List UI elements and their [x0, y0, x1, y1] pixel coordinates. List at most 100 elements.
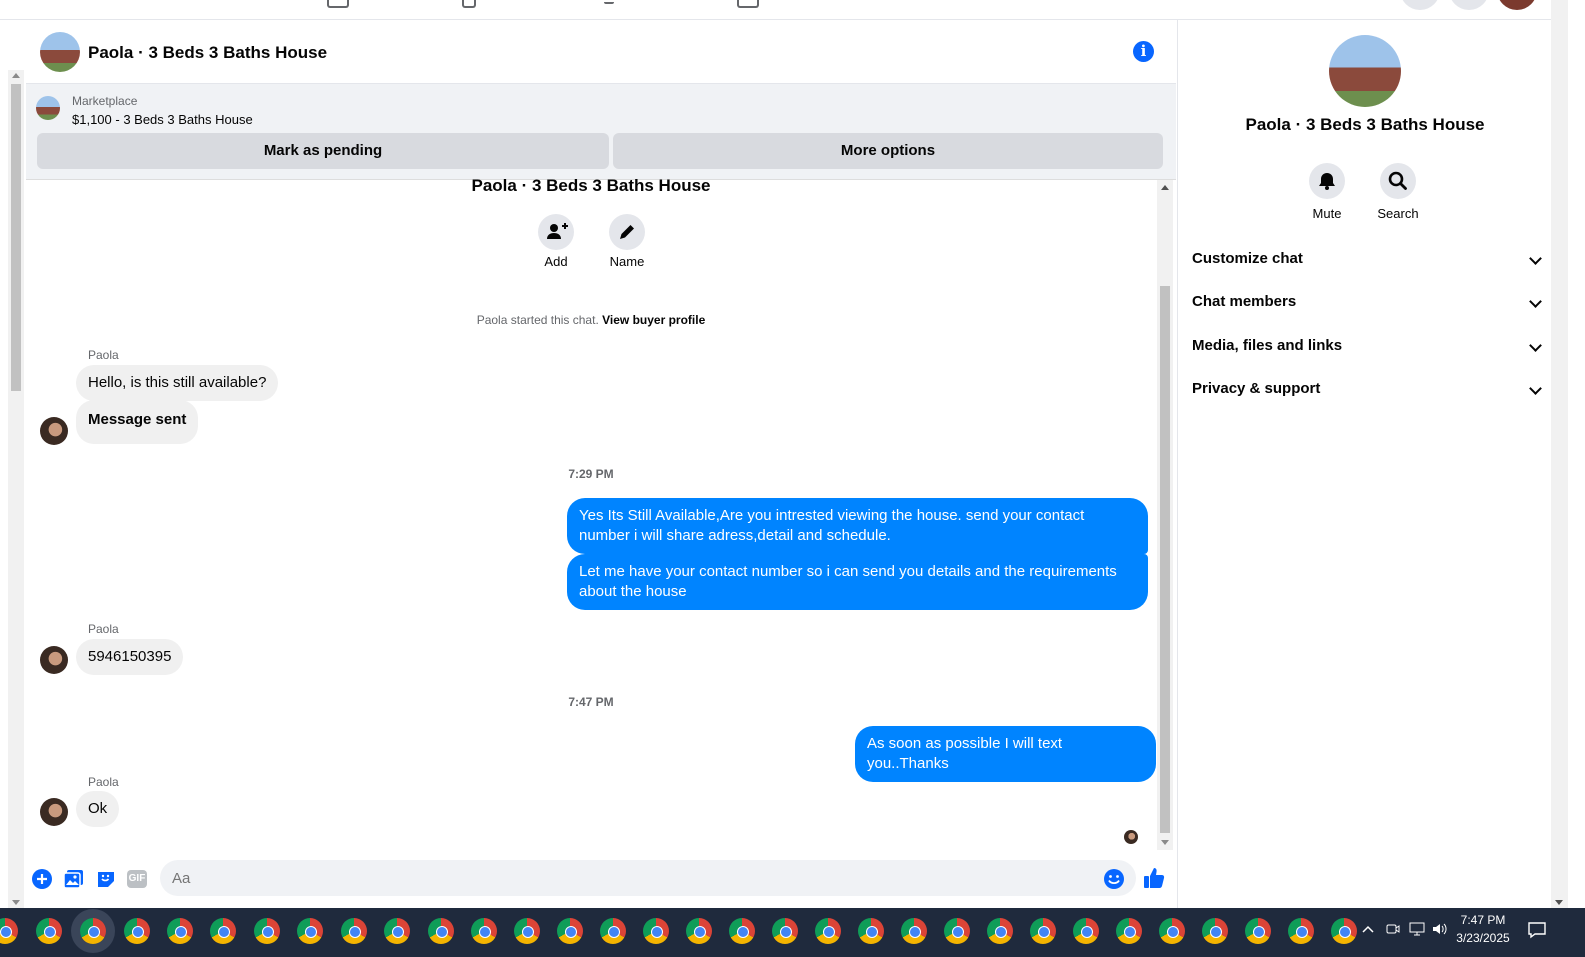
nav-video-icon[interactable] — [462, 0, 476, 8]
scroll-up-arrow-icon[interactable] — [1161, 185, 1169, 190]
chevron-down-icon — [1529, 339, 1542, 352]
system-clock[interactable]: 7:47 PM 3/23/2025 — [1448, 911, 1518, 947]
chrome-icon[interactable] — [1245, 918, 1271, 944]
chrome-icon[interactable] — [36, 918, 62, 944]
customize-chat-row[interactable]: Customize chat — [1192, 239, 1542, 279]
chat-members-row[interactable]: Chat members — [1192, 282, 1542, 322]
menu-button[interactable] — [1400, 0, 1440, 10]
outer-scrollbar[interactable] — [8, 70, 24, 908]
incoming-message[interactable]: 5946150395 — [76, 639, 184, 675]
chat-started-text: Paola started this chat. — [476, 313, 599, 327]
meet-now-icon[interactable] — [1385, 921, 1401, 937]
details-name: Paola · 3 Beds 3 Baths House — [1245, 115, 1485, 134]
chrome-icon[interactable] — [729, 918, 755, 944]
details-avatar[interactable] — [1329, 35, 1401, 107]
profile-avatar[interactable] — [1497, 0, 1537, 10]
chrome-icon[interactable] — [80, 918, 106, 944]
mark-as-pending-button[interactable]: Mark as pending — [37, 133, 609, 169]
volume-icon[interactable] — [1431, 921, 1449, 937]
outgoing-message[interactable]: Let me have your contact number so i can… — [567, 554, 1148, 610]
nav-marketplace-icon[interactable] — [604, 0, 614, 4]
chrome-icon[interactable] — [815, 918, 841, 944]
chrome-icon[interactable] — [557, 918, 583, 944]
message-sent-card[interactable]: Message sent — [76, 400, 199, 444]
sender-avatar[interactable] — [40, 798, 68, 826]
plus-icon[interactable] — [31, 868, 53, 890]
message-scrollbar-thumb[interactable] — [1160, 286, 1170, 833]
chrome-icon[interactable] — [987, 918, 1013, 944]
chrome-icon[interactable] — [600, 918, 626, 944]
chrome-icon[interactable] — [772, 918, 798, 944]
chrome-icon[interactable] — [254, 918, 280, 944]
chrome-icon[interactable] — [124, 918, 150, 944]
nav-home-icon[interactable] — [327, 0, 349, 8]
incoming-message[interactable]: Ok — [76, 791, 120, 827]
chrome-icon[interactable] — [297, 918, 323, 944]
media-files-links-row[interactable]: Media, files and links — [1192, 326, 1542, 366]
nav-groups-icon[interactable] — [737, 0, 759, 8]
emoji-icon[interactable] — [1103, 868, 1125, 890]
chrome-icon[interactable] — [1159, 918, 1185, 944]
sticker-icon[interactable] — [95, 868, 117, 890]
chat-title[interactable]: Paola · 3 Beds 3 Baths House — [88, 43, 327, 63]
scroll-down-arrow-icon[interactable] — [1161, 840, 1169, 845]
scroll-down-arrow-icon[interactable] — [12, 900, 20, 905]
chrome-icon[interactable] — [428, 918, 454, 944]
chat-avatar[interactable] — [40, 32, 80, 72]
chrome-icon[interactable] — [1288, 918, 1314, 944]
read-receipt-avatar — [1124, 830, 1138, 844]
photo-icon[interactable] — [63, 868, 85, 890]
chrome-icon[interactable] — [167, 918, 193, 944]
composer: GIF — [26, 850, 1176, 908]
chrome-icon[interactable] — [944, 918, 970, 944]
chrome-icon[interactable] — [901, 918, 927, 944]
outgoing-message[interactable]: As soon as possible I will text you..Tha… — [855, 726, 1156, 782]
mute-button[interactable]: Mute — [1297, 163, 1357, 221]
chrome-icon[interactable] — [210, 918, 236, 944]
more-options-button[interactable]: More options — [613, 133, 1163, 169]
chrome-icon[interactable] — [471, 918, 497, 944]
clock-time: 7:47 PM — [1460, 913, 1506, 927]
chrome-icon[interactable] — [1116, 918, 1142, 944]
chrome-icon[interactable] — [643, 918, 669, 944]
gif-icon[interactable]: GIF — [127, 870, 147, 888]
network-icon[interactable] — [1408, 921, 1426, 937]
sender-avatar[interactable] — [40, 646, 68, 674]
search-button[interactable]: Search — [1368, 163, 1428, 221]
message-scrollbar[interactable] — [1157, 180, 1173, 850]
marketplace-label: Marketplace — [72, 94, 138, 108]
listing-thumbnail[interactable] — [36, 96, 60, 120]
add-person-button[interactable] — [538, 214, 574, 250]
incoming-message[interactable]: Hello, is this still available? — [76, 365, 279, 401]
privacy-support-row[interactable]: Privacy & support — [1192, 369, 1542, 409]
add-label: Add — [544, 254, 568, 269]
outer-scrollbar-thumb[interactable] — [11, 84, 21, 391]
notifications-icon[interactable] — [1527, 920, 1547, 940]
sender-name: Paola — [88, 775, 119, 789]
message-input[interactable] — [160, 860, 1136, 896]
sender-avatar[interactable] — [40, 417, 68, 445]
chrome-icon[interactable] — [1331, 918, 1357, 944]
scroll-up-arrow-icon[interactable] — [12, 73, 20, 78]
chrome-icon[interactable] — [1073, 918, 1099, 944]
outgoing-message[interactable]: Yes Its Still Available,Are you intreste… — [567, 498, 1148, 554]
chevron-up-icon[interactable] — [1361, 923, 1375, 937]
listing-title[interactable]: $1,100 - 3 Beds 3 Baths House — [72, 112, 253, 127]
chrome-icon[interactable] — [0, 918, 18, 944]
chrome-icon[interactable] — [858, 918, 884, 944]
chrome-icon[interactable] — [384, 918, 410, 944]
thumbs-up-icon[interactable] — [1142, 866, 1166, 890]
chrome-icon[interactable] — [341, 918, 367, 944]
notifications-button[interactable] — [1449, 0, 1489, 10]
edit-name-button[interactable] — [609, 214, 645, 250]
chevron-down-icon — [1529, 295, 1542, 308]
chrome-icon[interactable] — [1030, 918, 1056, 944]
chrome-icon[interactable] — [1202, 918, 1228, 944]
info-icon[interactable]: i — [1133, 41, 1154, 62]
section-label: Chat members — [1192, 293, 1297, 310]
chrome-icon[interactable] — [514, 918, 540, 944]
scroll-down-arrow-icon[interactable] — [1555, 900, 1563, 905]
browser-scrollbar[interactable] — [1551, 0, 1568, 908]
view-buyer-profile-link[interactable]: View buyer profile — [602, 313, 705, 327]
chrome-icon[interactable] — [686, 918, 712, 944]
